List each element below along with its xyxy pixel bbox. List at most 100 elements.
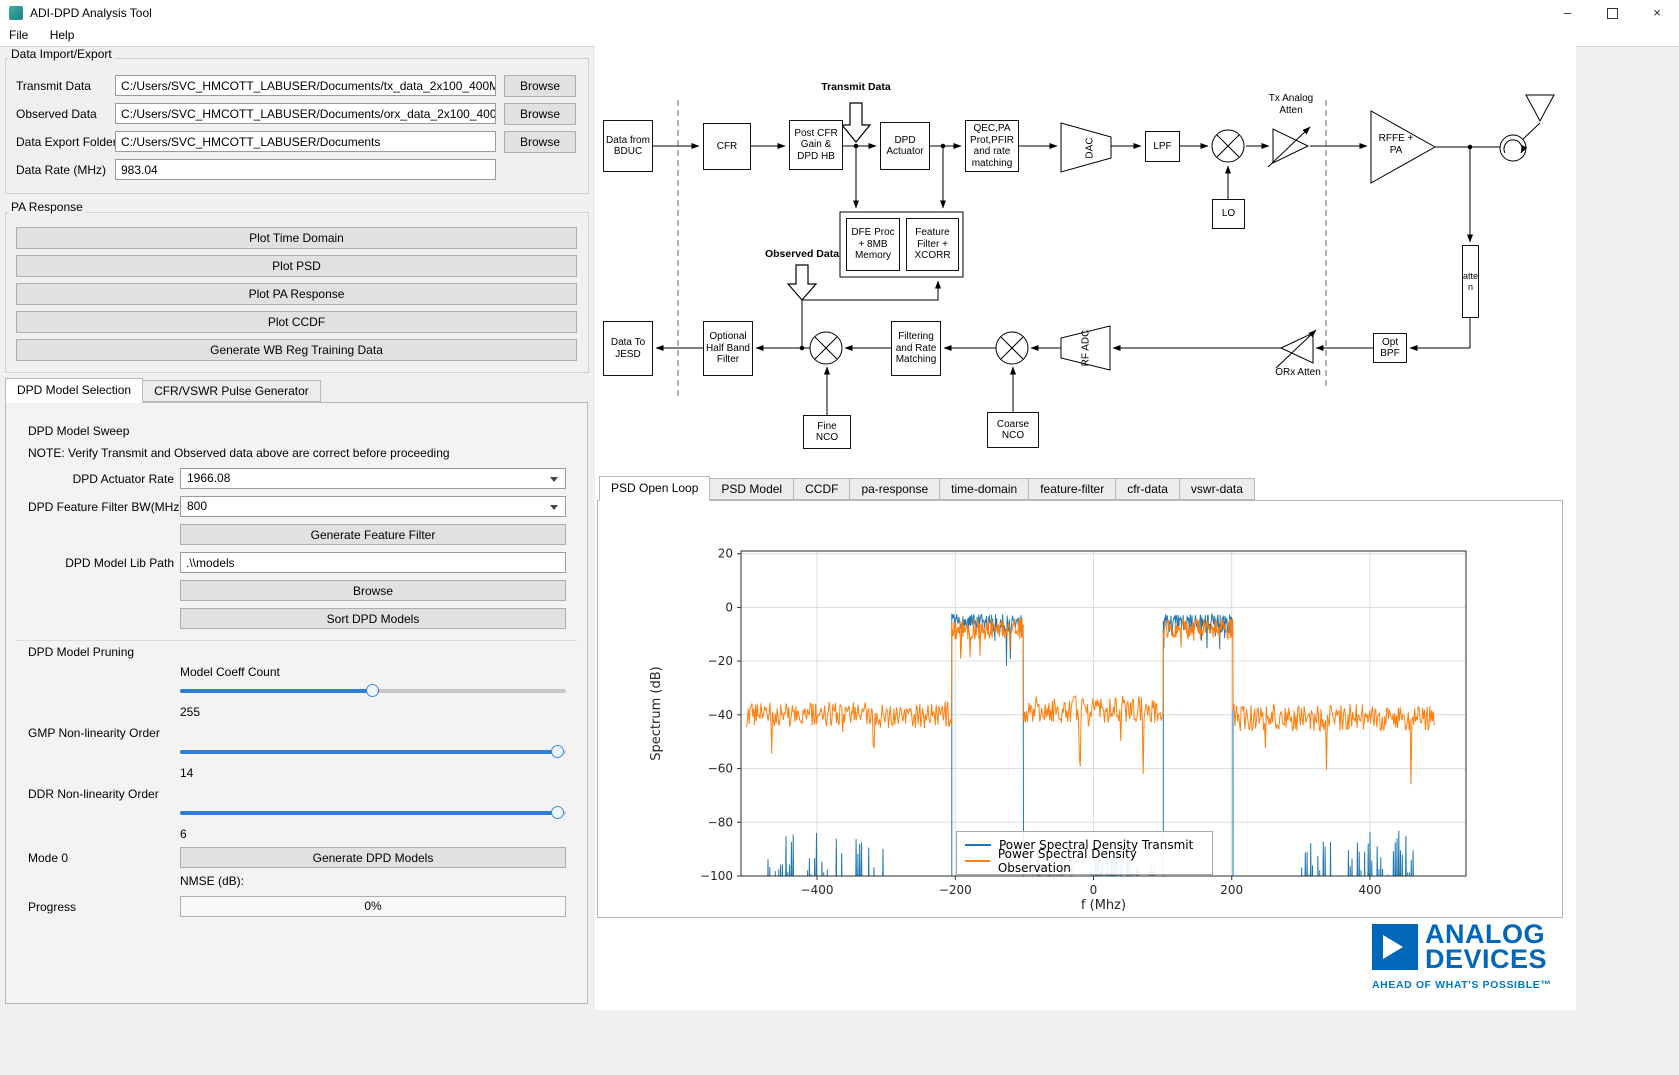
- svg-text:f (Mhz): f (Mhz): [1081, 898, 1126, 913]
- lib-path-browse-button[interactable]: Browse: [180, 580, 566, 601]
- tab-time-domain[interactable]: time-domain: [939, 478, 1030, 500]
- generate-feature-filter-button[interactable]: Generate Feature Filter: [180, 524, 566, 545]
- chart-legend: Power Spectral Density Transmit Power Sp…: [956, 831, 1213, 875]
- tab-cfr-vswr-pulse-generator[interactable]: CFR/VSWR Pulse Generator: [142, 380, 321, 402]
- generate-wb-reg-button[interactable]: Generate WB Reg Training Data: [16, 339, 577, 361]
- chevron-down-icon: [550, 505, 558, 510]
- atten-block: atten: [1462, 245, 1479, 318]
- model-coeff-count-label: Model Coeff Count: [180, 665, 280, 679]
- slider-fill: [180, 811, 559, 815]
- close-icon: ×: [1653, 5, 1661, 20]
- feature-bw-value: 800: [187, 499, 208, 513]
- minimize-button[interactable]: –: [1545, 0, 1590, 26]
- tab-ccdf[interactable]: CCDF: [793, 478, 851, 500]
- psd-figure: −400 −200 0 200 400 20 0 −20 −40 −60 −80 −100 f (Mhz…: [597, 500, 1563, 918]
- slider-handle[interactable]: [551, 745, 565, 758]
- actuator-rate-label: DPD Actuator Rate: [72, 472, 174, 486]
- tab-vswr-data[interactable]: vswr-data: [1178, 478, 1255, 500]
- mode-label: Mode 0: [28, 851, 69, 865]
- observed-data-input[interactable]: [115, 103, 496, 124]
- actuator-rate-combo[interactable]: 1966.08: [180, 468, 566, 489]
- gmp-order-slider[interactable]: [180, 745, 566, 759]
- model-sweep-note: NOTE: Verify Transmit and Observed data …: [28, 446, 450, 460]
- tab-cfr-data[interactable]: cfr-data: [1115, 478, 1180, 500]
- transmit-data-label: Transmit Data: [16, 79, 91, 93]
- maximize-icon: [1607, 8, 1618, 19]
- data-rate-input[interactable]: [115, 159, 496, 180]
- sort-dpd-models-button[interactable]: Sort DPD Models: [180, 608, 566, 629]
- data-export-folder-label: Data Export Folder: [16, 135, 117, 149]
- tab-dpd-model-selection[interactable]: DPD Model Selection: [5, 378, 144, 403]
- svg-text:−200: −200: [939, 883, 972, 897]
- app-window: ADI-DPD Analysis Tool – × File Help Data…: [0, 0, 1679, 1075]
- menu-help[interactable]: Help: [41, 26, 84, 46]
- tab-psd-open-loop[interactable]: PSD Open Loop: [599, 476, 711, 501]
- slider-fill: [180, 689, 373, 693]
- ddr-order-label: DDR Non-linearity Order: [28, 787, 159, 801]
- transmit-data-input[interactable]: [115, 75, 496, 96]
- gmp-order-value: 14: [180, 766, 194, 780]
- tx-analog-atten-label: Tx Analog Atten: [1268, 93, 1314, 116]
- model-sweep-title: DPD Model Sweep: [28, 424, 130, 438]
- slider-handle[interactable]: [551, 806, 565, 819]
- data-export-folder-browse-button[interactable]: Browse: [504, 131, 576, 153]
- window-title: ADI-DPD Analysis Tool: [30, 6, 152, 20]
- lib-path-input[interactable]: [180, 552, 566, 573]
- ddr-order-slider[interactable]: [180, 806, 566, 820]
- observation-series-swatch: [965, 859, 990, 863]
- tab-feature-filter[interactable]: feature-filter: [1028, 478, 1117, 500]
- signal-chain-diagram: DAC RF ADC Data from BDUC CFR Post CFR G…: [598, 45, 1563, 475]
- plot-time-domain-button[interactable]: Plot Time Domain: [16, 227, 577, 249]
- dac-label: DAC: [1085, 137, 1096, 158]
- data-export-folder-input[interactable]: [115, 131, 496, 152]
- plot-ccdf-button[interactable]: Plot CCDF: [16, 311, 577, 333]
- svg-text:Spectrum (dB): Spectrum (dB): [649, 666, 664, 760]
- close-button[interactable]: ×: [1635, 0, 1679, 26]
- data-rate-label: Data Rate (MHz): [16, 163, 107, 177]
- maximize-button[interactable]: [1590, 0, 1635, 26]
- svg-text:20: 20: [718, 547, 733, 561]
- model-coeff-count-value: 255: [180, 705, 201, 719]
- data-to-jesd-block: Data To JESD: [603, 321, 653, 376]
- feature-bw-label: DPD Feature Filter BW(MHz): [28, 500, 184, 514]
- feature-bw-combo[interactable]: 800: [180, 496, 566, 517]
- transmit-data-browse-button[interactable]: Browse: [504, 75, 576, 97]
- observed-data-browse-button[interactable]: Browse: [504, 103, 576, 125]
- slider-handle[interactable]: [366, 684, 379, 697]
- progress-bar: 0%: [180, 896, 566, 917]
- fine-nco-block: Fine NCO: [803, 415, 851, 449]
- title-bar: ADI-DPD Analysis Tool – ×: [0, 0, 1679, 26]
- svg-text:−40: −40: [708, 708, 733, 722]
- progress-label: Progress: [28, 900, 77, 914]
- filtering-rate-matching-block: Filtering and Rate Matching: [891, 321, 941, 376]
- ddr-order-value: 6: [180, 827, 187, 841]
- opt-bpf-block: Opt BPF: [1373, 333, 1407, 363]
- actuator-rate-value: 1966.08: [187, 471, 231, 485]
- plot-pa-response-button[interactable]: Plot PA Response: [16, 283, 577, 305]
- svg-text:0: 0: [725, 600, 733, 614]
- adi-logo-icon: [1372, 923, 1418, 970]
- svg-text:200: 200: [1220, 883, 1243, 897]
- rffe-pa-label: RFFE + PA: [1378, 133, 1414, 156]
- data-from-bduc-block: Data from BDUC: [603, 120, 653, 172]
- lib-path-label: DPD Model Lib Path: [65, 556, 174, 570]
- menu-bar: File Help: [0, 26, 1679, 47]
- svg-text:0: 0: [1090, 883, 1098, 897]
- plot-psd-button[interactable]: Plot PSD: [16, 255, 577, 277]
- slider-fill: [180, 750, 559, 754]
- qec-block: QEC,PA Prot,PFIR and rate matching: [965, 120, 1019, 172]
- svg-text:−80: −80: [708, 815, 733, 829]
- cfr-block: CFR: [703, 123, 751, 170]
- analog-devices-logo: ANALOG DEVICES AHEAD OF WHAT'S POSSIBLE™: [1372, 921, 1567, 991]
- lpf-block: LPF: [1145, 131, 1180, 162]
- gmp-order-label: GMP Non-linearity Order: [28, 726, 160, 740]
- observed-data-callout: Observed Data: [764, 248, 840, 260]
- menu-file[interactable]: File: [0, 26, 37, 46]
- progress-text: 0%: [364, 899, 382, 913]
- rf-adc-label: RF ADC: [1081, 330, 1092, 367]
- generate-dpd-models-button[interactable]: Generate DPD Models: [180, 847, 566, 868]
- tab-pa-response[interactable]: pa-response: [849, 478, 941, 500]
- model-coeff-count-slider[interactable]: [180, 684, 566, 698]
- tab-psd-model[interactable]: PSD Model: [709, 478, 795, 500]
- svg-text:400: 400: [1358, 883, 1381, 897]
